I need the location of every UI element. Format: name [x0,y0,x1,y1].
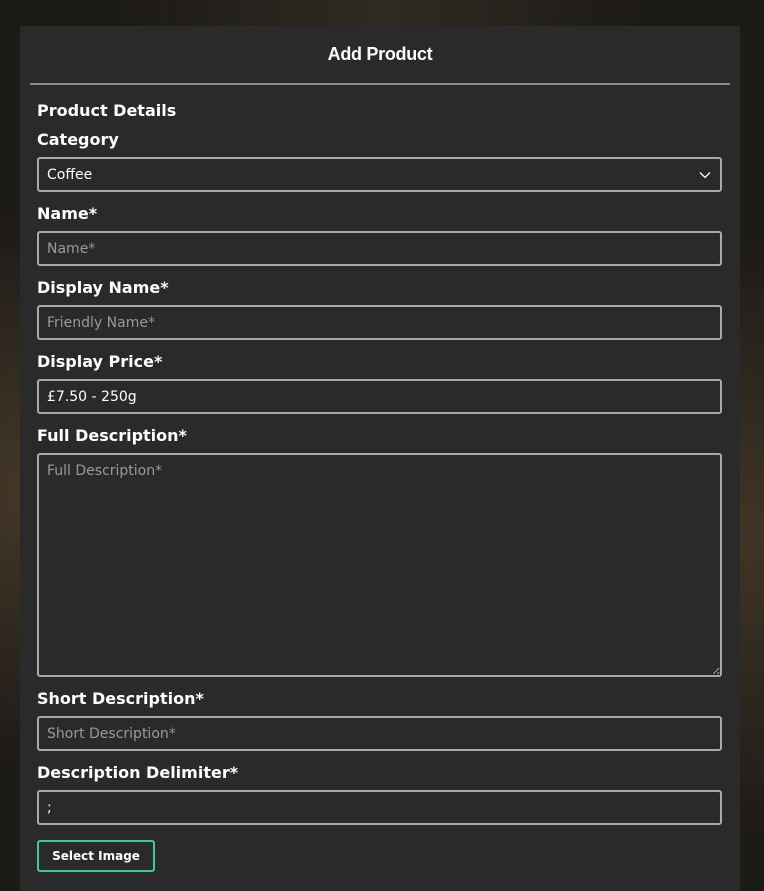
display-price-input[interactable] [37,379,722,414]
full-description-textarea[interactable] [37,453,722,677]
display-name-input[interactable] [37,305,722,340]
full-description-label: Full Description* [37,426,187,445]
description-delimiter-label: Description Delimiter* [37,763,239,782]
page-title: Add Product [327,44,433,64]
name-label: Name* [37,204,98,223]
display-name-label: Display Name* [37,278,169,297]
category-label: Category [37,130,119,149]
section-title: Product Details [37,101,177,120]
name-input[interactable] [37,231,722,266]
category-select[interactable]: Coffee [37,157,722,192]
short-description-label: Short Description* [37,689,204,708]
display-price-label: Display Price* [37,352,163,371]
short-description-input[interactable] [37,716,722,751]
chevron-down-icon [698,168,712,182]
description-delimiter-input[interactable] [37,790,722,825]
category-select-value: Coffee [47,166,93,183]
add-product-panel: Add Product Product Details Category Cof… [20,26,740,891]
panel-header: Add Product [30,26,730,85]
select-image-button[interactable]: Select Image [37,840,155,872]
